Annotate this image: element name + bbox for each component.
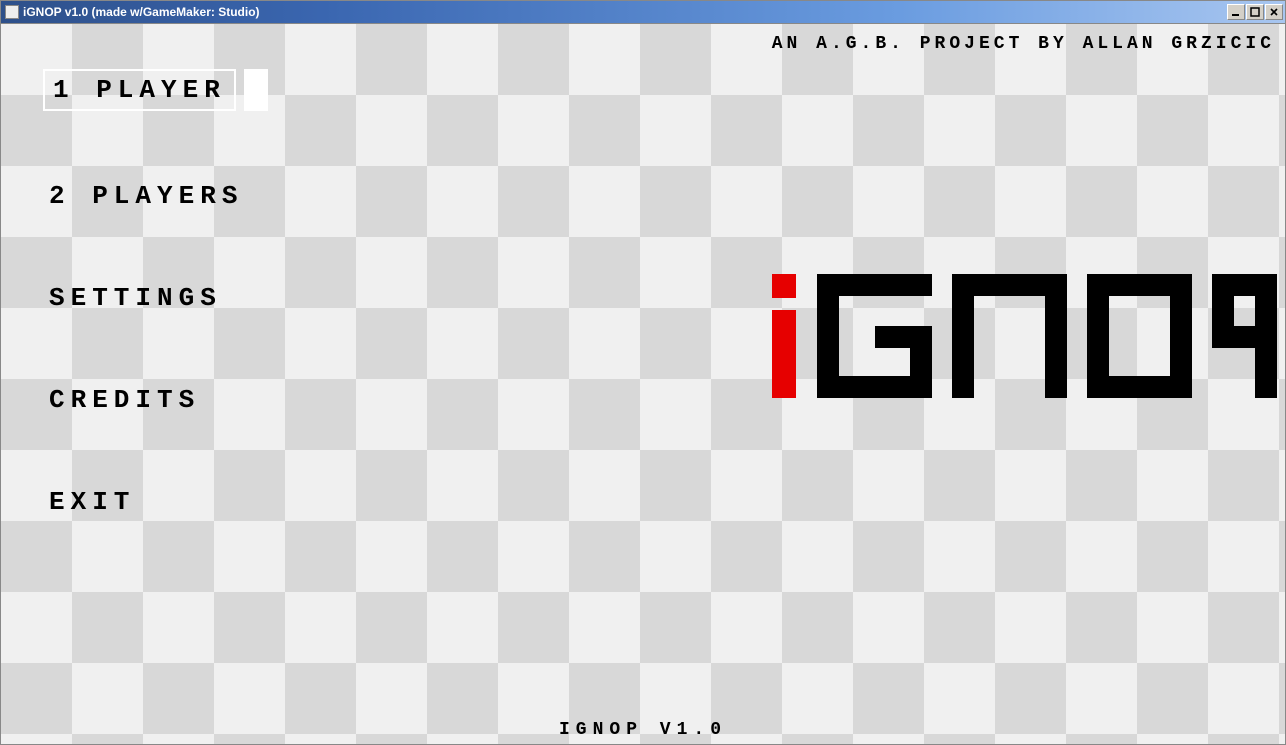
menu-item-settings[interactable]: SETTINGS [43,281,228,315]
minimize-button[interactable] [1227,4,1245,20]
window-controls [1226,4,1285,20]
game-logo [767,274,1277,409]
menu-item-exit[interactable]: EXIT [43,485,141,519]
close-button[interactable] [1265,4,1283,20]
window-title: iGNOP v1.0 (made w/GameMaker: Studio) [23,5,260,19]
footer-text: IGNOP V1.0 [1,720,1285,740]
maximize-icon [1250,7,1260,17]
minimize-icon [1231,7,1241,17]
menu-item-label: 2 PLAYERS [49,181,243,211]
app-window: iGNOP v1.0 (made w/GameMaker: Studio) AN… [0,0,1286,745]
menu-item-2-players[interactable]: 2 PLAYERS [43,179,249,213]
credit-text: AN A.G.B. PROJECT BY ALLAN GRZICIC [772,34,1275,54]
close-icon [1269,7,1279,17]
maximize-button[interactable] [1246,4,1264,20]
app-icon [5,5,19,19]
menu-item-1-player[interactable]: 1 PLAYER [43,69,236,111]
main-menu: 1 PLAYER 2 PLAYERS SETTINGS CREDITS EXIT [43,69,249,587]
menu-item-credits[interactable]: CREDITS [43,383,206,417]
titlebar: iGNOP v1.0 (made w/GameMaker: Studio) [1,1,1285,23]
menu-item-label: CREDITS [49,385,200,415]
menu-item-label: 1 PLAYER [53,75,226,105]
menu-item-label: EXIT [49,487,135,517]
game-area: AN A.G.B. PROJECT BY ALLAN GRZICIC 1 PLA… [1,23,1285,744]
logo-svg [767,274,1277,404]
menu-item-label: SETTINGS [49,283,222,313]
